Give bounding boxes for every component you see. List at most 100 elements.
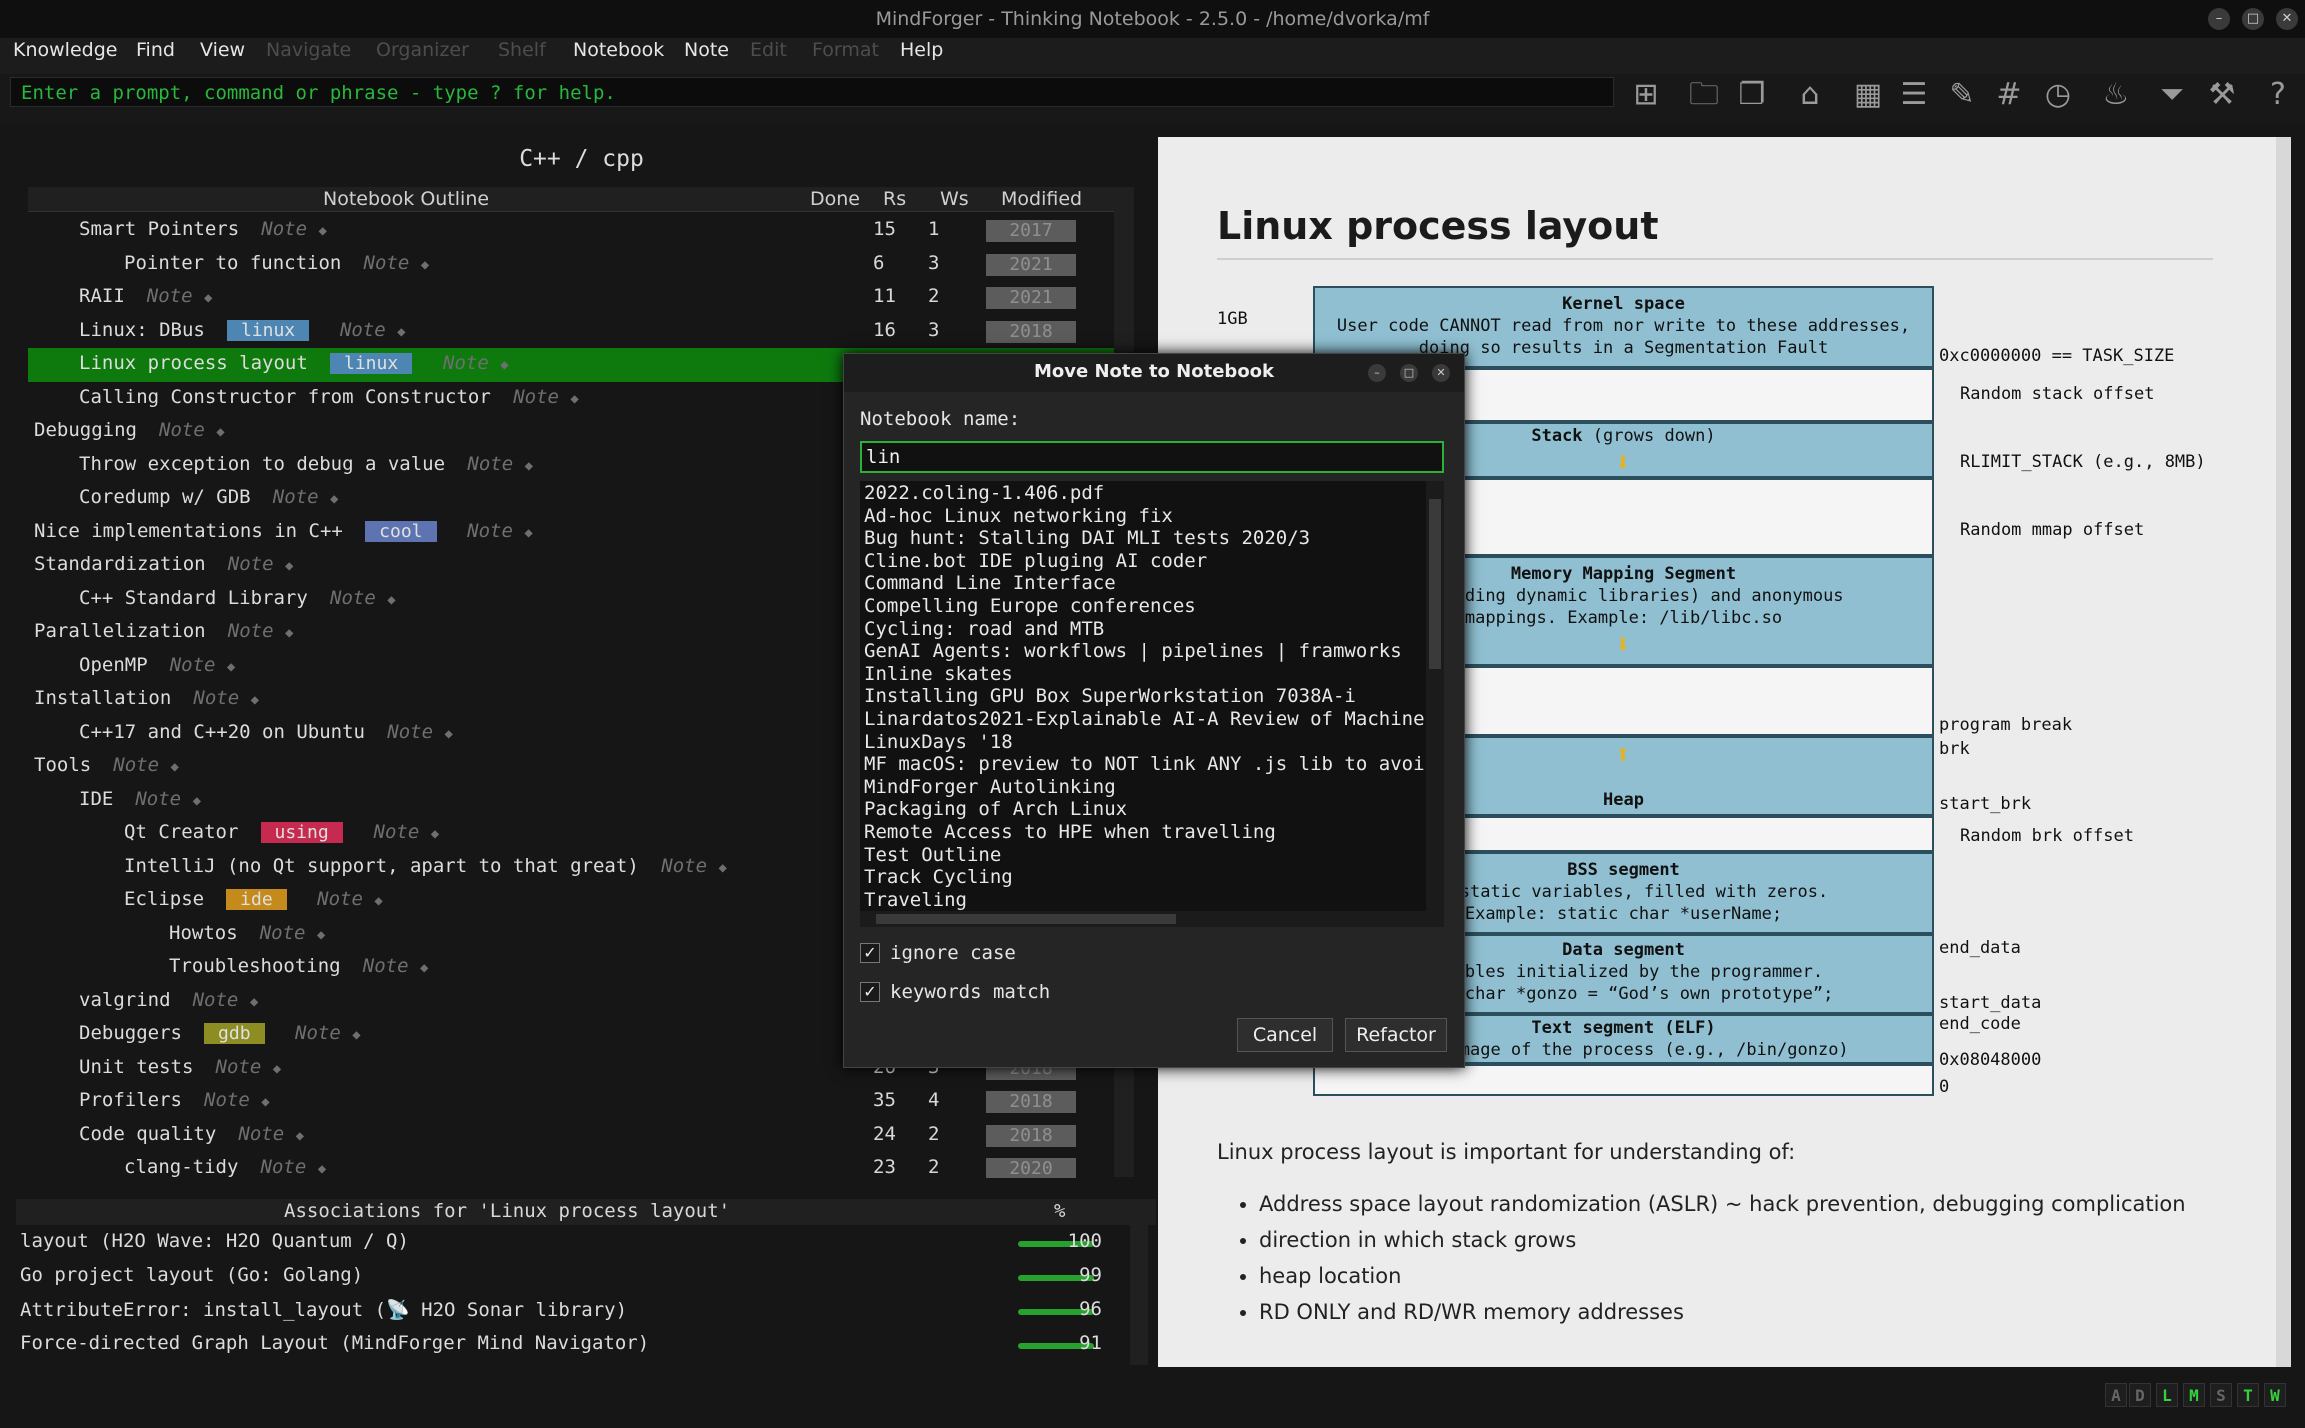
outline-row[interactable]: Linux: DBus linux Note ◆ 16 3 2018: [28, 315, 1114, 349]
open-folder-icon[interactable]: 🗀: [1685, 76, 1723, 114]
note-type-text: Note: [467, 453, 514, 475]
preview-scrollbar[interactable]: [2276, 137, 2291, 1367]
notebook-list-item[interactable]: Traveling: [864, 889, 967, 911]
note-type-label: Note ◆: [317, 888, 383, 910]
note-type-label: Note ◆: [273, 486, 339, 508]
maximize-icon[interactable]: □: [2242, 8, 2264, 30]
arrow-down-icon: ⬇: [1615, 630, 1631, 660]
note-type-label: Note ◆: [513, 386, 579, 408]
notebook-list-item[interactable]: Linardatos2021-Explainable AI-A Review o…: [864, 708, 1425, 730]
filter-icon[interactable]: ⏷: [2153, 76, 2191, 114]
outline-row-title: Howtos: [169, 922, 238, 944]
notebook-name-input[interactable]: lin: [860, 441, 1444, 473]
status-mode-indicator: L: [2156, 1383, 2178, 1407]
notebook-list-item[interactable]: Bug hunt: Stalling DAI MLI tests 2020/3: [864, 527, 1310, 549]
outline-row-title: Unit tests: [79, 1056, 194, 1078]
notebook-list-item[interactable]: MF macOS: preview to NOT link ANY .js li…: [864, 753, 1426, 775]
outline-row[interactable]: Profilers Note ◆ 35 4 2018: [28, 1085, 1114, 1119]
preview-bullet: heap location: [1259, 1258, 2186, 1294]
tag-badge[interactable]: cool: [365, 521, 437, 542]
minimize-icon[interactable]: –: [2208, 8, 2230, 30]
lightbulb-icon[interactable]: ♨: [2097, 76, 2135, 114]
associations-header: Associations for 'Linux process layout' …: [16, 1199, 1156, 1225]
outline-row-title: Calling Constructor from Constructor: [79, 386, 491, 408]
notebook-list-item[interactable]: 2022.coling-1.406.pdf: [864, 482, 1104, 504]
outline-row-title: Code quality: [79, 1123, 217, 1145]
dialog-minimize-icon[interactable]: –: [1368, 364, 1386, 382]
notebook-list-item[interactable]: Compelling Europe conferences: [864, 595, 1196, 617]
tag-badge[interactable]: ide: [226, 889, 287, 910]
association-row[interactable]: layout (H2O Wave: H2O Quantum / Q) 100: [16, 1226, 1116, 1260]
refactor-button[interactable]: Refactor: [1345, 1018, 1447, 1052]
outline-row[interactable]: Code quality Note ◆ 24 2 2018: [28, 1119, 1114, 1153]
outline-row[interactable]: clang-tidy Note ◆ 23 2 2020: [28, 1152, 1114, 1178]
note-type-text: Note: [204, 1089, 250, 1111]
new-note-icon[interactable]: ⊞: [1627, 76, 1665, 114]
notebook-list-item[interactable]: Installing GPU Box SuperWorkstation 7038…: [864, 685, 1356, 707]
diamond-icon: ◆: [284, 625, 294, 641]
wrench-icon[interactable]: ⚒: [2203, 76, 2241, 114]
navigator-icon[interactable]: ✎: [1943, 76, 1981, 114]
note-type-text: Note: [135, 788, 182, 810]
diamond-icon: ◆: [284, 558, 294, 574]
clock-icon[interactable]: ◷: [2039, 76, 2077, 114]
notebook-list-vscroll-thumb[interactable]: [1429, 499, 1441, 669]
notebook-list-hscrollbar[interactable]: [860, 911, 1444, 927]
label-start-brk: start_brk: [1939, 794, 2032, 814]
ignore-case-checkbox[interactable]: ✓: [860, 943, 880, 963]
hash-icon[interactable]: #: [1990, 76, 2028, 114]
cancel-button[interactable]: Cancel: [1237, 1018, 1333, 1052]
rs-value: 35: [873, 1089, 896, 1111]
note-type-text: Note: [259, 922, 306, 944]
note-type-label: Note ◆: [261, 1156, 327, 1178]
notebook-list-item[interactable]: MindForger Autolinking: [864, 776, 1116, 798]
notebook-list-vscrollbar[interactable]: [1426, 481, 1444, 911]
tag-badge[interactable]: linux: [226, 320, 310, 341]
association-row[interactable]: Force-directed Graph Layout (MindForger …: [16, 1328, 1116, 1362]
notebook-list-item[interactable]: Cycling: road and MTB: [864, 618, 1104, 640]
dialog-close-icon[interactable]: ✕: [1432, 364, 1450, 382]
outline-row-title: Profilers: [79, 1089, 182, 1111]
outline-row-title: Coredump w/ GDB: [79, 486, 251, 508]
help-icon[interactable]: ?: [2259, 76, 2297, 114]
dialog-maximize-icon[interactable]: □: [1400, 364, 1418, 382]
notebook-list-hscroll-thumb[interactable]: [876, 914, 1176, 924]
note-type-text: Note: [192, 989, 239, 1011]
modified-value: 2018: [986, 321, 1076, 343]
note-type-text: Note: [317, 888, 363, 910]
outline-row-title: Throw exception to debug a value: [79, 453, 446, 475]
outline-row[interactable]: Pointer to function Note ◆ 6 3 2021: [28, 248, 1114, 282]
notebook-list-item[interactable]: GenAI Agents: workflows | pipelines | fr…: [864, 640, 1402, 662]
notebook-list-item[interactable]: Remote Access to HPE when travelling: [864, 821, 1276, 843]
diamond-icon: ◆: [444, 726, 453, 742]
notebook-list-item[interactable]: Inline skates: [864, 663, 1013, 685]
association-row[interactable]: Go project layout (Go: Golang) 99: [16, 1260, 1116, 1294]
associations-scrollbar[interactable]: [1130, 1199, 1148, 1365]
home-icon[interactable]: ⌂: [1791, 76, 1829, 114]
preview-bullet: RD ONLY and RD/WR memory addresses: [1259, 1294, 2186, 1330]
notebook-list-item[interactable]: Command Line Interface: [864, 572, 1116, 594]
notebook-list[interactable]: 2022.coling-1.406.pdf Ad-hoc Linux networ…: [860, 481, 1426, 911]
tag-badge[interactable]: using: [260, 822, 343, 843]
note-type-label: Note ◆: [170, 654, 236, 676]
tag-badge[interactable]: gdb: [204, 1023, 265, 1044]
notebooks-icon[interactable]: ❐: [1733, 76, 1771, 114]
outline-row[interactable]: RAII Note ◆ 11 2 2021: [28, 281, 1114, 315]
outline-row[interactable]: Smart Pointers Note ◆ 15 1 2017: [28, 214, 1114, 248]
notebook-list-item[interactable]: Track Cycling: [864, 866, 1013, 888]
rs-value: 24: [873, 1123, 896, 1145]
outline-row-title: Qt Creator: [124, 821, 239, 843]
notebook-list-item[interactable]: Cline.bot IDE pluging AI coder: [864, 550, 1207, 572]
list-icon[interactable]: ☰: [1895, 76, 1933, 114]
close-icon[interactable]: ✕: [2276, 8, 2298, 30]
status-mode-indicator: W: [2264, 1383, 2286, 1407]
tag-badge[interactable]: linux: [330, 353, 413, 374]
notebook-list-item[interactable]: Test Outline: [864, 844, 1001, 866]
notebook-list-item[interactable]: Ad-hoc Linux networking fix: [864, 505, 1173, 527]
association-row[interactable]: AttributeError: install_layout (📡 H2O So…: [16, 1294, 1116, 1328]
grid-icon[interactable]: ▦: [1849, 76, 1887, 114]
notebook-list-item[interactable]: LinuxDays '18: [864, 731, 1013, 753]
kernel-space-text-1: User code CANNOT read from nor write to …: [1336, 316, 1911, 336]
keywords-match-checkbox[interactable]: ✓: [860, 982, 880, 1002]
notebook-list-item[interactable]: Packaging of Arch Linux: [864, 798, 1127, 820]
